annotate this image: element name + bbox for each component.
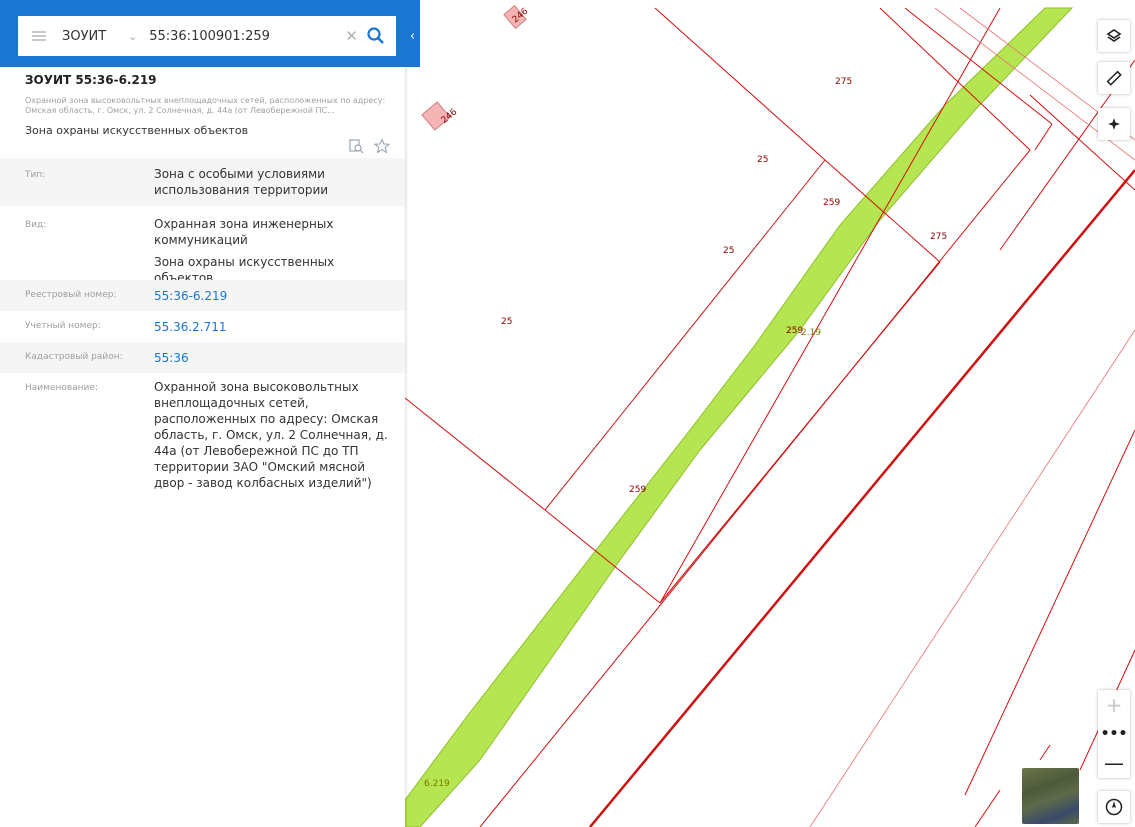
layer-select[interactable]: ЗОУИТ: [62, 29, 122, 44]
account-number-link[interactable]: 55.36.2.711: [154, 319, 392, 335]
zoom-out-button[interactable]: —: [1098, 748, 1130, 777]
layers-button[interactable]: [1098, 20, 1130, 52]
label-25a: 25: [757, 155, 768, 165]
search-bar: ЗОУИТ ⌄ 55:36:100901:259 ✕: [0, 0, 420, 67]
info-panel: ЗОУИТ 55:36-6.219 Охранной зона высоково…: [0, 0, 405, 827]
locate-button[interactable]: [1098, 108, 1130, 140]
ruler-icon: [1106, 70, 1122, 86]
collapse-panel-button[interactable]: ‹: [405, 18, 420, 56]
label-275b: 275: [930, 232, 947, 242]
attr-key: Тип:: [25, 170, 46, 180]
more-button[interactable]: •••: [1098, 719, 1130, 748]
search-icon[interactable]: [366, 26, 386, 46]
label-259c: 259: [629, 485, 646, 495]
attr-value: Охранной зона высоковольтных внеплощадоч…: [154, 380, 388, 490]
object-description: Охранной зона высоковольтных внеплощадоч…: [25, 96, 386, 115]
label-275a: 275: [835, 77, 852, 87]
attr-row-account: Учетный номер: 55.36.2.711: [0, 311, 405, 342]
object-title: ЗОУИТ 55:36-6.219: [25, 73, 157, 87]
object-actions: [348, 138, 390, 154]
zoom-controls: + ••• —: [1098, 690, 1130, 778]
cadastral-district-link[interactable]: 55:36: [154, 350, 392, 366]
attr-key: Учетный номер:: [25, 321, 101, 331]
label-25b: 25: [723, 246, 734, 256]
compass-icon: [1105, 798, 1123, 816]
zoom-to-object-icon[interactable]: [348, 138, 364, 154]
registry-number-link[interactable]: 55:36-6.219: [154, 288, 392, 304]
object-type-line: Зона охраны искусственных объектов: [25, 124, 249, 137]
boundary-thick: [589, 169, 1135, 827]
favorite-star-icon[interactable]: [374, 138, 390, 154]
locate-icon: [1108, 118, 1120, 130]
attr-value: Охранная зона инженерных коммуникаций: [154, 217, 334, 247]
attr-key: Реестровый номер:: [25, 290, 117, 300]
search-input[interactable]: 55:36:100901:259: [149, 29, 345, 44]
menu-icon[interactable]: [32, 31, 46, 41]
attr-row-type: Тип: Зона с особыми условиями использова…: [0, 158, 405, 206]
label-zone-6219: 6.219: [424, 779, 450, 789]
compass-button[interactable]: [1098, 791, 1130, 823]
measure-button[interactable]: [1098, 62, 1130, 94]
layers-icon: [1106, 29, 1122, 42]
attr-key: Наименование:: [25, 383, 98, 393]
zoom-in-button[interactable]: +: [1098, 690, 1130, 719]
attr-row-registry: Реестровый номер: 55:36-6.219: [0, 280, 405, 311]
attr-key: Кадастровый район:: [25, 352, 123, 362]
label-25c: 25: [501, 317, 512, 327]
attr-row-name: Наименование: Охранной зона высоковольтн…: [0, 373, 405, 513]
label-zone-219: 2.19: [801, 328, 821, 338]
attr-row-kind: Вид: Охранная зона инженерных коммуникац…: [0, 206, 405, 285]
thin-lines: [809, 7, 1135, 827]
label-259a: 259: [823, 198, 840, 208]
clear-icon[interactable]: ✕: [345, 27, 358, 45]
chevron-down-icon[interactable]: ⌄: [128, 30, 137, 43]
attr-key: Вид:: [25, 220, 47, 230]
zone-band[interactable]: [404, 7, 1074, 827]
search-box: ЗОУИТ ⌄ 55:36:100901:259 ✕: [18, 16, 396, 56]
attr-row-district: Кадастровый район: 55:36: [0, 342, 405, 373]
basemap-thumbnail[interactable]: [1022, 768, 1079, 824]
attr-value: Зона с особыми условиями использования т…: [154, 167, 329, 197]
